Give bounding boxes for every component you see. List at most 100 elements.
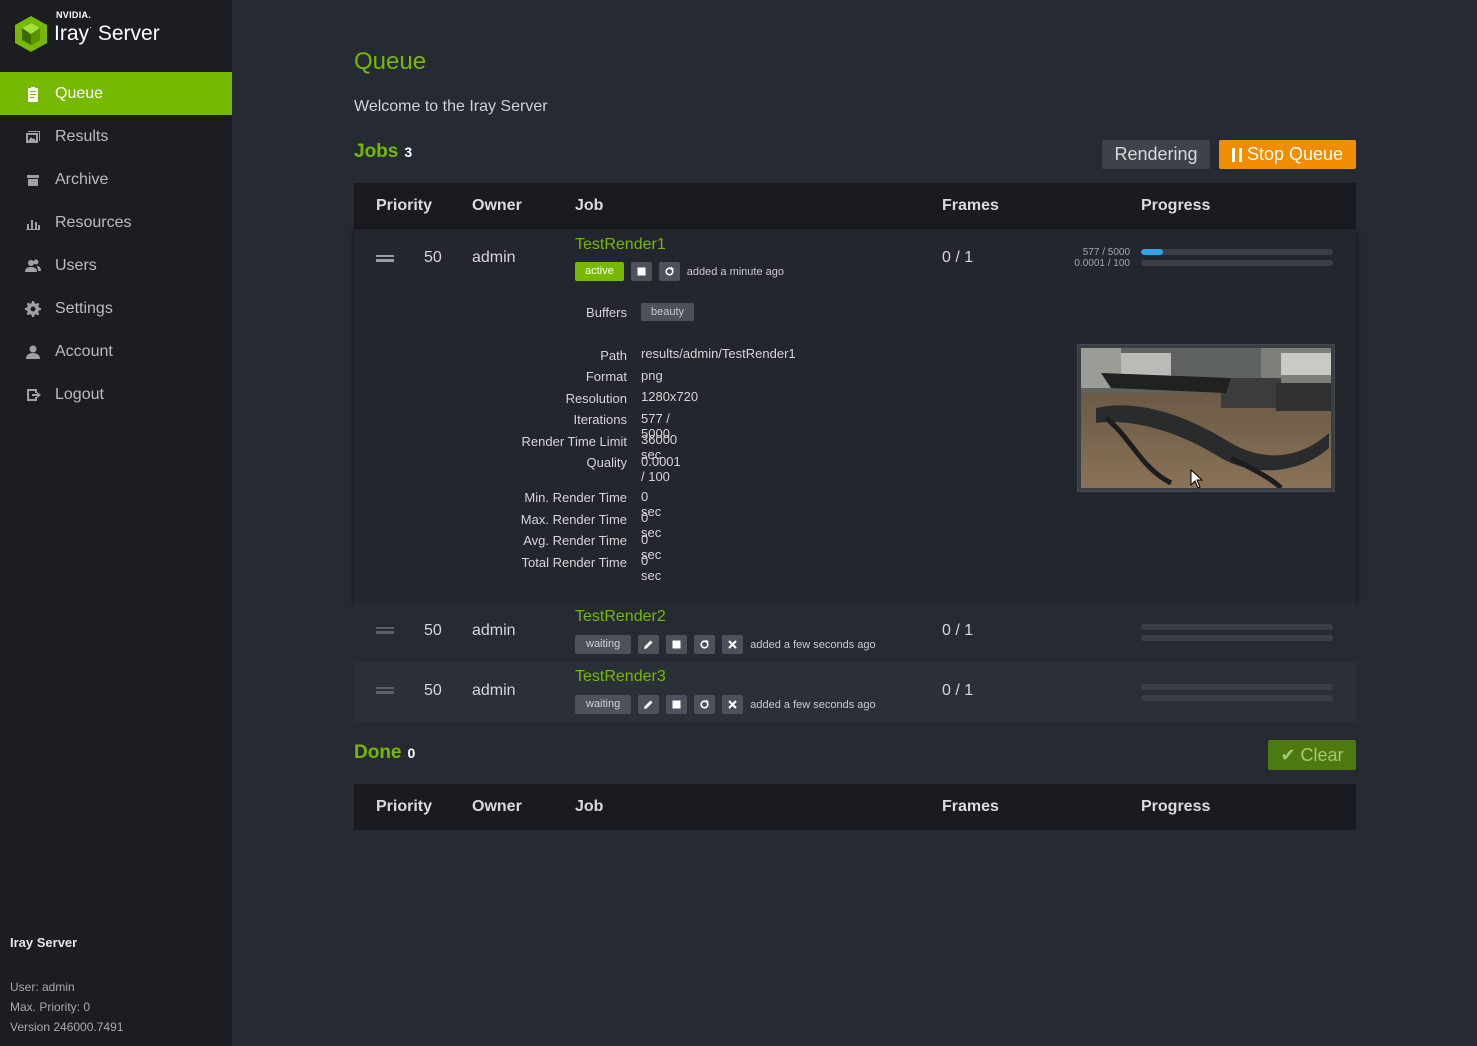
quality-label: Quality — [586, 455, 627, 470]
pencil-icon — [644, 700, 653, 709]
job-owner: admin — [472, 682, 516, 699]
status-badge: active — [575, 262, 624, 281]
delete-job-button[interactable] — [722, 695, 744, 714]
stop-job-button[interactable] — [630, 262, 652, 281]
stop-queue-button[interactable]: Stop Queue — [1219, 140, 1356, 169]
restart-job-button[interactable] — [658, 262, 680, 281]
nvidia-iray-logo[interactable]: NVIDIA. Iray· Server — [14, 10, 160, 54]
table-header: Priority Owner Job Frames Progress — [354, 784, 1356, 830]
done-table: Priority Owner Job Frames Progress — [354, 784, 1356, 830]
sidebar-item-label: Logout — [55, 385, 104, 403]
table-row[interactable]: 50 admin TestRender3 waiting added a few… — [354, 662, 1356, 722]
iterations-label: Iterations — [573, 412, 627, 427]
footer-version: Version 246000.7491 — [10, 1020, 124, 1034]
col-progress[interactable]: Progress — [1141, 197, 1210, 215]
table-header: Priority Owner Job Frames Progress — [354, 183, 1356, 229]
col-owner[interactable]: Owner — [472, 197, 522, 215]
nvidia-logo-icon — [15, 16, 47, 52]
sidebar-item-results[interactable]: Results — [0, 115, 232, 158]
min-render-time-label: Min. Render Time — [524, 490, 627, 505]
col-frames[interactable]: Frames — [942, 197, 999, 215]
col-job[interactable]: Job — [575, 197, 603, 215]
col-owner[interactable]: Owner — [472, 798, 522, 816]
stop-icon — [637, 267, 646, 276]
path-value: results/admin/TestRender1 — [641, 346, 796, 361]
sidebar-item-account[interactable]: Account — [0, 330, 232, 373]
done-heading: Done 0 — [354, 742, 415, 764]
quality-progress-bar — [1141, 635, 1333, 641]
rendering-button[interactable]: Rendering — [1102, 140, 1210, 169]
job-name-link[interactable]: TestRender3 — [575, 668, 666, 686]
footer-user: User: admin — [10, 980, 75, 994]
users-icon — [24, 258, 42, 274]
render-preview-thumbnail[interactable] — [1077, 344, 1335, 492]
iterations-progress-bar — [1141, 624, 1333, 630]
col-progress[interactable]: Progress — [1141, 798, 1210, 816]
jobs-table: Priority Owner Job Frames Progress 50 ad… — [354, 183, 1356, 722]
table-row[interactable]: 50 admin TestRender1 active added a minu… — [354, 229, 1356, 602]
job-frames: 0 / 1 — [942, 622, 974, 639]
done-heading-label: Done — [354, 742, 402, 763]
user-icon — [24, 344, 42, 360]
status-badge: waiting — [575, 695, 632, 714]
pencil-icon — [644, 640, 653, 649]
job-name-link[interactable]: TestRender2 — [575, 608, 666, 626]
footer-title: Iray Server — [10, 935, 78, 950]
drag-handle-icon[interactable] — [376, 627, 394, 634]
stop-icon — [672, 700, 681, 709]
logo-product-suffix: Server — [97, 22, 160, 45]
sidebar-item-label: Settings — [55, 299, 113, 317]
pause-icon — [1231, 147, 1242, 162]
col-job[interactable]: Job — [575, 798, 603, 816]
sidebar-nav: Queue Results Archive Resources Users Se… — [0, 72, 232, 416]
quality-progress-bar — [1141, 260, 1333, 266]
drag-handle-icon[interactable] — [376, 687, 394, 694]
restart-job-button[interactable] — [694, 695, 716, 714]
job-owner: admin — [472, 249, 516, 266]
drag-handle-icon[interactable] — [376, 255, 394, 262]
col-priority[interactable]: Priority — [376, 798, 432, 816]
sidebar-item-users[interactable]: Users — [0, 244, 232, 287]
buffers-label: Buffers — [586, 305, 627, 320]
status-badge: waiting — [575, 635, 632, 654]
sidebar-item-settings[interactable]: Settings — [0, 287, 232, 330]
sidebar-footer: Iray Server User: admin Max. Priority: 0… — [10, 935, 123, 1037]
edit-job-button[interactable] — [638, 635, 660, 654]
job-added-time: added a few seconds ago — [750, 698, 876, 711]
done-count: 0 — [407, 745, 416, 761]
edit-job-button[interactable] — [638, 695, 660, 714]
sidebar: NVIDIA. Iray· Server Queue Results Archi… — [0, 0, 232, 1046]
restart-job-button[interactable] — [694, 635, 716, 654]
sidebar-item-label: Account — [55, 342, 113, 360]
table-row[interactable]: 50 admin TestRender2 waiting added a few… — [354, 602, 1356, 662]
col-priority[interactable]: Priority — [376, 197, 432, 215]
jobs-count: 3 — [404, 144, 413, 160]
close-icon — [728, 640, 737, 649]
refresh-icon — [700, 699, 710, 709]
stop-job-button[interactable] — [666, 695, 688, 714]
path-label: Path — [600, 348, 627, 363]
job-name-link[interactable]: TestRender1 — [575, 236, 666, 254]
job-priority: 50 — [424, 682, 442, 699]
refresh-icon — [665, 266, 674, 276]
bar-chart-icon — [24, 215, 42, 231]
stop-job-button[interactable] — [666, 635, 688, 654]
col-frames[interactable]: Frames — [942, 798, 999, 816]
sidebar-item-archive[interactable]: Archive — [0, 158, 232, 201]
avg-render-time-label: Avg. Render Time — [523, 533, 627, 548]
sidebar-item-logout[interactable]: Logout — [0, 373, 232, 416]
sidebar-item-resources[interactable]: Resources — [0, 201, 232, 244]
images-icon — [24, 129, 42, 145]
sidebar-item-label: Queue — [55, 84, 104, 102]
clear-button[interactable]: ✔ Clear — [1268, 740, 1356, 770]
sidebar-item-queue[interactable]: Queue — [0, 72, 232, 115]
sidebar-item-label: Archive — [55, 170, 109, 188]
iterations-progress-bar — [1141, 684, 1333, 690]
quality-progress-bar — [1141, 695, 1333, 701]
job-controls: waiting added a few seconds ago — [575, 695, 876, 714]
job-frames: 0 / 1 — [942, 682, 974, 699]
welcome-text: Welcome to the Iray Server — [354, 98, 548, 115]
mouse-cursor-icon — [1190, 469, 1204, 489]
buffer-tag: beauty — [641, 303, 695, 321]
delete-job-button[interactable] — [722, 635, 744, 654]
